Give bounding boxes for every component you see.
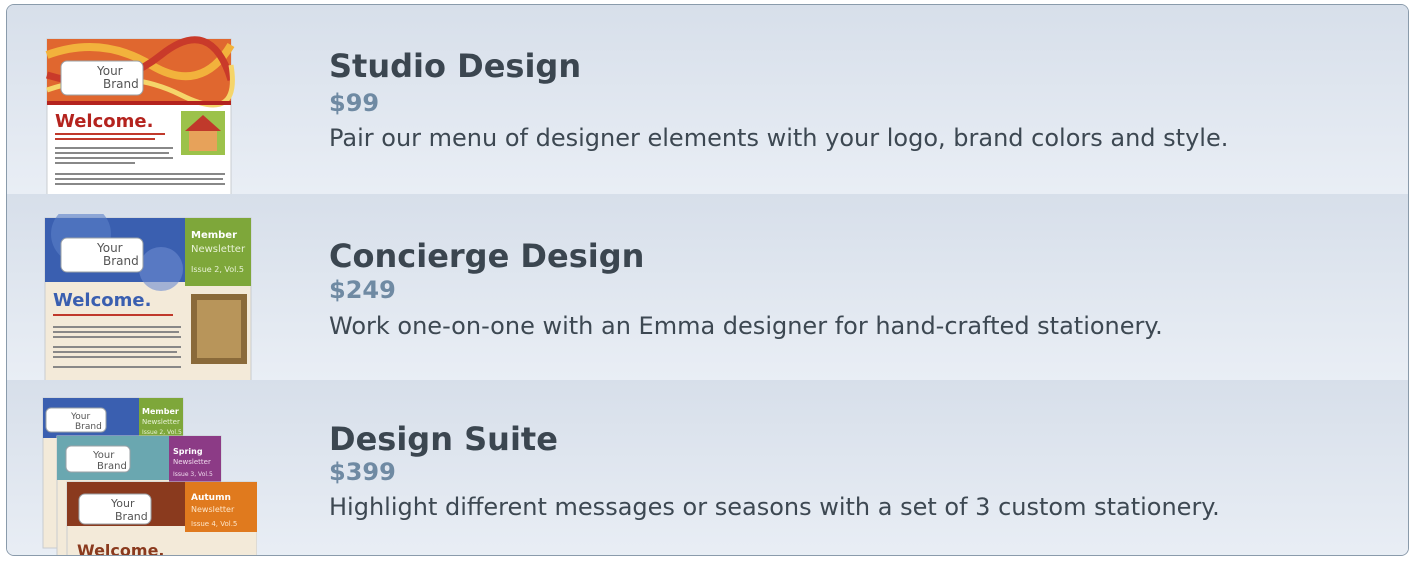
spring-sub: Newsletter bbox=[173, 458, 211, 466]
brand-line2: Brand bbox=[97, 461, 127, 472]
product-price: $399 bbox=[329, 458, 396, 486]
brand-line1: Your bbox=[96, 241, 123, 255]
brand-line2: Brand bbox=[115, 510, 148, 523]
product-description: Highlight different messages or seasons … bbox=[329, 493, 1220, 521]
spring-title: Spring bbox=[173, 447, 203, 456]
brand-line2: Brand bbox=[103, 254, 139, 268]
member-title: Member bbox=[142, 407, 179, 416]
product-row-concierge[interactable]: Your Brand Member Newsletter Issue 2, Vo… bbox=[7, 194, 1408, 382]
pricing-panel: Your Brand Welcome. Studio Design $99 Pa… bbox=[6, 4, 1409, 556]
product-price: $249 bbox=[329, 276, 396, 304]
member-title: Member bbox=[191, 230, 237, 241]
welcome-text: Welcome. bbox=[53, 290, 151, 311]
product-description: Work one-on-one with an Emma designer fo… bbox=[329, 312, 1163, 340]
brand-line1: Your bbox=[96, 64, 123, 78]
autumn-title: Autumn bbox=[191, 493, 231, 503]
brand-line2: Brand bbox=[103, 77, 139, 91]
welcome-text: Welcome. bbox=[55, 111, 153, 132]
concierge-design-thumbnail: Your Brand Member Newsletter Issue 2, Vo… bbox=[44, 214, 252, 382]
brand-line1: Your bbox=[110, 497, 135, 510]
product-description: Pair our menu of designer elements with … bbox=[329, 124, 1229, 152]
product-price: $99 bbox=[329, 89, 380, 117]
product-row-studio[interactable]: Your Brand Welcome. Studio Design $99 Pa… bbox=[7, 5, 1408, 195]
welcome-text: Welcome. bbox=[77, 541, 165, 556]
member-issue: Issue 2, Vol.5 bbox=[191, 265, 244, 274]
product-title[interactable]: Concierge Design bbox=[329, 237, 644, 275]
design-suite-thumbnail: Member Newsletter Issue 2, Vol.5 Your Br… bbox=[42, 397, 257, 556]
product-title[interactable]: Design Suite bbox=[329, 420, 558, 458]
member-issue: Issue 2, Vol.5 bbox=[142, 429, 182, 436]
member-sub: Newsletter bbox=[142, 418, 180, 426]
studio-design-thumbnail: Your Brand Welcome. bbox=[45, 36, 235, 195]
spring-issue: Issue 3, Vol.5 bbox=[173, 471, 213, 478]
brand-line1: Your bbox=[92, 450, 115, 461]
brand-line1: Your bbox=[70, 412, 91, 422]
autumn-sub: Newsletter bbox=[191, 505, 235, 514]
brand-line2: Brand bbox=[75, 422, 102, 432]
product-title[interactable]: Studio Design bbox=[329, 47, 581, 85]
product-row-suite[interactable]: Member Newsletter Issue 2, Vol.5 Your Br… bbox=[7, 380, 1408, 556]
member-sub: Newsletter bbox=[191, 244, 246, 255]
autumn-issue: Issue 4, Vol.5 bbox=[191, 520, 237, 528]
